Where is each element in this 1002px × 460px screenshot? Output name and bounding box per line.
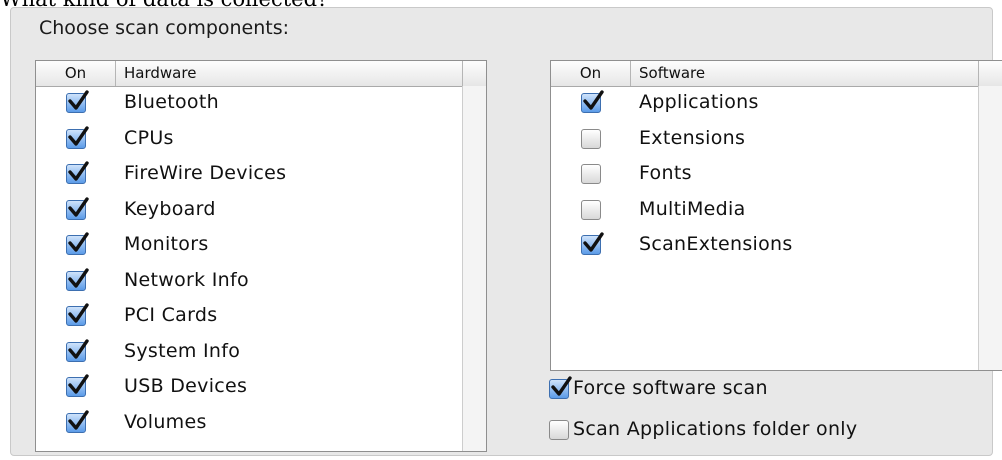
- hardware-item-label: Monitors: [124, 233, 209, 255]
- hardware-scrollbar[interactable]: [462, 86, 486, 451]
- software-checkbox[interactable]: [581, 232, 604, 255]
- hardware-checkbox[interactable]: [66, 267, 89, 291]
- checkmark-icon: [68, 267, 89, 288]
- hardware-header-name[interactable]: Hardware: [124, 61, 196, 86]
- hardware-item-label: Keyboard: [124, 197, 216, 220]
- hardware-checkbox[interactable]: [66, 196, 89, 220]
- checkmark-icon: [68, 161, 89, 181]
- hardware-checkbox[interactable]: [66, 161, 89, 184]
- checkmark-icon: [68, 374, 89, 394]
- hardware-item-label: System Info: [124, 339, 241, 362]
- software-table: On Software Applications Extensions Fonts M…: [550, 60, 1002, 371]
- software-header-corner: [978, 61, 1002, 86]
- checkmark-icon: [68, 338, 89, 359]
- hardware-row[interactable]: System Info: [36, 336, 456, 370]
- hardware-item-label: FireWire Devices: [124, 162, 287, 184]
- software-checkbox[interactable]: [581, 90, 604, 113]
- hardware-item-label: Network Info: [124, 268, 249, 291]
- hardware-row[interactable]: Network Info: [36, 265, 456, 299]
- scan-applications-folder-only-checkbox[interactable]: [549, 420, 569, 440]
- scan-components-panel: Choose scan components: On Hardware Blue…: [10, 7, 1002, 456]
- software-header-on[interactable]: On: [551, 61, 631, 86]
- hardware-checkbox[interactable]: [66, 125, 89, 149]
- software-item-label: Extensions: [639, 126, 746, 149]
- checkmark-icon: [68, 90, 89, 110]
- hardware-item-label: PCI Cards: [124, 304, 218, 326]
- hardware-checkbox[interactable]: [66, 232, 89, 255]
- force-software-scan-option[interactable]: Force software scan: [549, 376, 969, 402]
- software-item-label: Fonts: [639, 162, 692, 184]
- software-row[interactable]: ScanExtensions: [551, 229, 971, 263]
- software-checkbox[interactable]: [581, 164, 601, 184]
- hardware-row[interactable]: USB Devices: [36, 371, 456, 405]
- software-item-label: ScanExtensions: [639, 233, 793, 255]
- software-checkbox[interactable]: [581, 128, 601, 149]
- checkmark-icon: [68, 125, 89, 146]
- hardware-row[interactable]: PCI Cards: [36, 300, 456, 334]
- software-scrollbar[interactable]: [978, 86, 1002, 370]
- force-software-scan-checkbox[interactable]: [549, 376, 572, 399]
- hardware-checkbox[interactable]: [66, 374, 89, 397]
- software-row[interactable]: Extensions: [551, 123, 971, 157]
- hardware-item-label: CPUs: [124, 126, 174, 149]
- hardware-checkbox[interactable]: [66, 90, 89, 113]
- software-table-header: On Software: [551, 61, 1002, 87]
- checkmark-icon: [551, 376, 572, 396]
- hardware-checkbox[interactable]: [66, 303, 89, 326]
- checkmark-icon: [583, 232, 604, 252]
- scan-applications-folder-only-option[interactable]: Scan Applications folder only: [549, 417, 969, 443]
- checkmark-icon: [68, 196, 89, 217]
- scan-applications-folder-only-label: Scan Applications folder only: [573, 418, 858, 440]
- software-row[interactable]: Fonts: [551, 158, 971, 192]
- software-row[interactable]: MultiMedia: [551, 194, 971, 228]
- hardware-row[interactable]: FireWire Devices: [36, 158, 456, 192]
- panel-title: Choose scan components:: [39, 17, 290, 39]
- hardware-row[interactable]: Bluetooth: [36, 87, 456, 121]
- hardware-row[interactable]: Volumes: [36, 407, 456, 441]
- hardware-row[interactable]: Keyboard: [36, 194, 456, 228]
- hardware-checkbox[interactable]: [66, 409, 89, 433]
- software-header-name[interactable]: Software: [639, 61, 705, 86]
- hardware-row[interactable]: CPUs: [36, 123, 456, 157]
- hardware-item-label: Volumes: [124, 410, 207, 433]
- checkmark-icon: [583, 90, 604, 110]
- software-checkbox[interactable]: [581, 199, 601, 220]
- software-item-label: MultiMedia: [639, 197, 746, 220]
- software-row[interactable]: Applications: [551, 87, 971, 121]
- force-software-scan-label: Force software scan: [573, 377, 768, 399]
- hardware-header-corner: [462, 61, 486, 86]
- checkmark-icon: [68, 303, 89, 323]
- software-item-label: Applications: [639, 91, 759, 113]
- hardware-item-label: USB Devices: [124, 375, 248, 397]
- hardware-checkbox[interactable]: [66, 338, 89, 362]
- checkmark-icon: [68, 409, 89, 430]
- checkmark-icon: [68, 232, 89, 252]
- hardware-item-label: Bluetooth: [124, 91, 219, 113]
- hardware-row[interactable]: Monitors: [36, 229, 456, 263]
- hardware-table-header: On Hardware: [36, 61, 486, 87]
- hardware-header-on[interactable]: On: [36, 61, 116, 86]
- hardware-table: On Hardware Bluetooth CPUs FireWire Device…: [35, 60, 487, 452]
